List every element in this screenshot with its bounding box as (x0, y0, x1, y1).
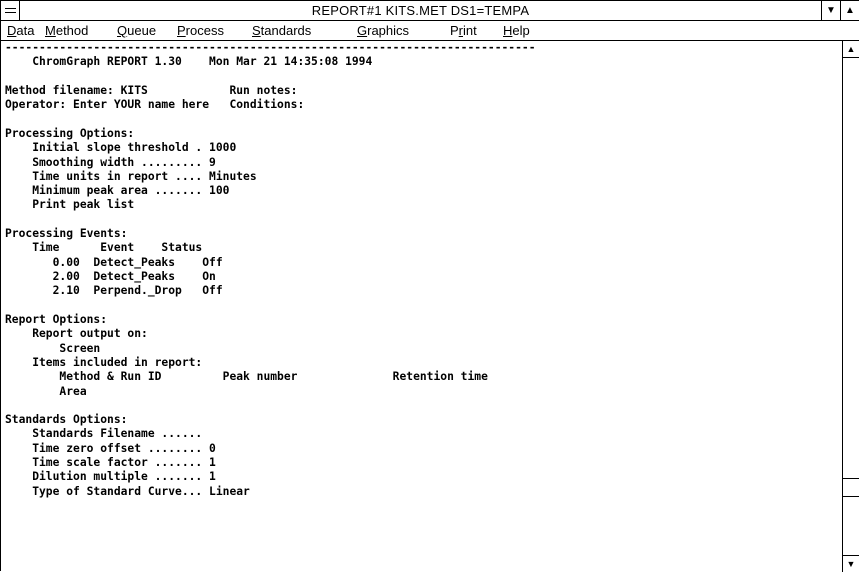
menu-bar: Data Method Queue Process Standards Grap… (1, 21, 859, 41)
menu-method[interactable]: Method (45, 21, 88, 40)
system-menu-icon[interactable] (1, 1, 20, 20)
window-title: REPORT#1 KITS.MET DS1=TEMPA (311, 3, 530, 18)
vertical-scrollbar[interactable]: ▲ ▼ (842, 41, 859, 572)
scroll-thumb[interactable] (843, 478, 859, 497)
menu-process[interactable]: Process (177, 21, 224, 40)
menu-standards[interactable]: Standards (252, 21, 311, 40)
menu-graphics[interactable]: Graphics (357, 21, 409, 40)
menu-queue[interactable]: Queue (117, 21, 156, 40)
report-text: ----------------------------------------… (5, 41, 536, 498)
maximize-button[interactable]: ▲ (840, 1, 859, 20)
scroll-up-arrow-icon[interactable]: ▲ (843, 41, 859, 58)
report-text-area[interactable]: ----------------------------------------… (1, 41, 841, 572)
report-window: REPORT#1 KITS.MET DS1=TEMPA ▼ ▲ Data Met… (0, 0, 859, 572)
scroll-down-arrow-icon[interactable]: ▼ (843, 555, 859, 572)
minimize-button[interactable]: ▼ (821, 1, 840, 20)
title-bar[interactable]: REPORT#1 KITS.MET DS1=TEMPA ▼ ▲ (1, 1, 859, 21)
menu-print[interactable]: Print (450, 21, 477, 40)
menu-help[interactable]: Help (503, 21, 530, 40)
menu-data[interactable]: Data (7, 21, 34, 40)
